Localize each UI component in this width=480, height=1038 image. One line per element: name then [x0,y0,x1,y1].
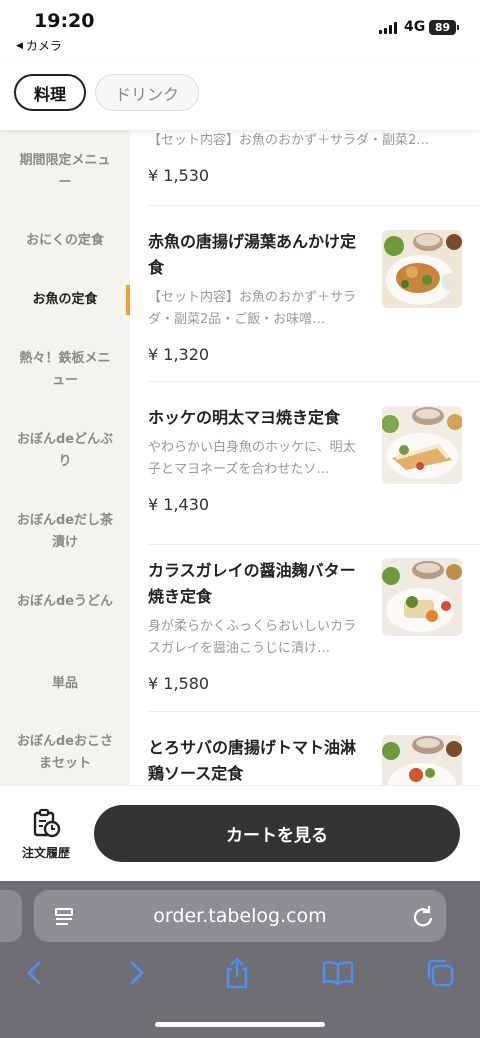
browser-toolbar: order.tabelog.com [0,881,480,1038]
address-bar[interactable]: order.tabelog.com [34,890,446,942]
back-triangle-icon: ◀ [16,40,23,51]
divider [148,381,480,382]
menu-item-photo[interactable] [382,558,462,636]
menu-item-name: とろサバの唐揚げトマト油淋鶏ソース定食 [148,738,357,783]
share-button[interactable] [219,955,255,991]
battery-icon: 89 [429,20,456,35]
bookmarks-button[interactable] [320,955,356,991]
tabs-icon [427,959,454,987]
bottom-action-bar: 注文履歴 カートを見る [0,785,480,881]
tab-food[interactable]: 料理 [14,74,86,111]
category-meat-set[interactable]: おにくの定食 [0,230,130,252]
menu-item-description: 【セット内容】お魚のおかず＋サラダ・副菜2… [148,133,430,148]
tabs-button[interactable] [422,955,458,991]
status-time: 19:20 [34,10,95,32]
back-button[interactable] [16,955,52,991]
menu-item-description: 身が柔らかくふっくらおいしいカラスガレイを醤油こうじに漬け… [148,619,357,656]
category-teppan[interactable]: 熱々！鉄板メニュー [0,348,130,392]
order-history-label: 注文履歴 [21,846,70,860]
clipboard-clock-icon [33,808,61,838]
category-chazuke[interactable]: おぼんdeだし茶漬け [0,510,130,554]
signal-icon [379,22,397,34]
network-type: 4G [404,19,426,35]
category-single-items[interactable]: 単品 [0,673,130,695]
menu-item-price: ¥ 1,320 [148,345,210,364]
menu-item-description: やわらかい白身魚のホッケに、明太子とマヨネーズを合わせたソ… [148,440,356,477]
battery-tip [457,25,459,30]
menu-item-name: ホッケの明太マヨ焼き定食 [148,408,341,427]
divider [148,544,480,545]
menu-item[interactable]: 【セット内容】お魚のおかず＋サラダ・副菜2… ¥ 1,530 [148,130,480,185]
category-udon[interactable]: おぼんdeうどん [0,591,130,613]
back-to-app-link[interactable]: ◀ カメラ [16,37,62,54]
category-donburi[interactable]: おぼんdeどんぶり [0,429,130,473]
previous-tab-preview[interactable] [0,890,22,942]
menu-item-name: 赤魚の唐揚げ湯葉あんかけ定食 [148,232,357,277]
reload-icon[interactable] [412,905,434,927]
battery-level: 89 [434,21,451,34]
home-indicator [155,1022,325,1027]
back-app-label: カメラ [25,39,62,53]
tab-drink[interactable]: ドリンク [95,74,199,111]
menu-item-photo[interactable] [382,406,462,484]
divider [148,711,480,712]
forward-button[interactable] [119,955,155,991]
share-icon [226,957,248,989]
menu-item-photo[interactable] [382,735,462,785]
view-cart-button[interactable]: カートを見る [94,805,460,862]
chevron-right-icon [130,961,145,985]
category-kids-set[interactable]: おぼんdeおこさまセット [0,731,130,775]
menu-list: 【セット内容】お魚のおかず＋サラダ・副菜2… ¥ 1,530 赤魚の唐揚げ湯葉あ… [130,130,480,785]
menu-item-price: ¥ 1,530 [148,166,210,185]
menu-item-price: ¥ 1,580 [148,674,210,693]
menu-item-name: カラスガレイの醤油麹バター焼き定食 [148,561,356,606]
menu-item-photo[interactable] [382,230,462,308]
divider [148,205,480,206]
chevron-left-icon [26,961,41,985]
menu-item-description: 【セット内容】お魚のおかず＋サラダ・副菜2品・ご飯・お味噌… [148,290,357,327]
menu-tab-bar: 料理 ドリンク [0,60,480,130]
status-bar: 19:20 ◀ カメラ 4G 89 [0,0,480,60]
menu-item-price: ¥ 1,430 [148,495,210,514]
category-limited-menu[interactable]: 期間限定メニュー [0,150,130,194]
category-sidebar: 期間限定メニュー おにくの定食 お魚の定食 熱々！鉄板メニュー おぼんdeどんぶ… [0,130,130,785]
url-text: order.tabelog.com [153,905,327,927]
category-fish-set[interactable]: お魚の定食 [0,289,130,311]
page-menu-icon[interactable] [54,907,74,927]
book-icon [322,961,354,986]
order-history-button[interactable]: 注文履歴 [14,808,78,861]
